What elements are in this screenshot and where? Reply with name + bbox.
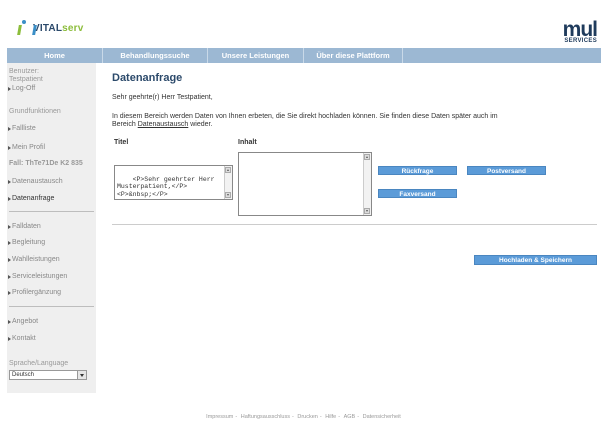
footer-link-help[interactable]: Hilfe [325,414,336,420]
query-button[interactable]: Rückfrage [378,166,457,175]
sidebar-item-case-list[interactable]: Fallliste [7,125,36,132]
scroll-down-icon[interactable] [364,208,370,214]
top-strip [0,0,607,9]
textarea-scrollbar[interactable] [224,166,232,199]
data-exchange-link[interactable]: Datenaustausch [138,121,189,128]
scroll-up-icon[interactable] [225,167,231,173]
mul-services-logo: mul SERVICES [562,18,598,44]
user-label: Benutzer: [9,68,39,75]
content-column-label: Inhalt [238,139,257,146]
sidebar-item-data-request[interactable]: Datenanfrage [7,195,54,202]
sidebar-item-case-data[interactable]: Falldaten [7,223,41,230]
mail-button[interactable]: Postversand [467,166,546,175]
nav-about-platform[interactable]: Über diese Plattform [304,48,403,63]
sidebar-item-my-profile[interactable]: Mein Profil [7,144,45,151]
sidebar-item-support[interactable]: Begleitung [7,239,45,246]
sidebar-item-service-offers[interactable]: Serviceleistungen [7,273,67,280]
logoff-link[interactable]: Log-Off [7,85,35,92]
vitalserv-logo[interactable]: VITALserv [17,20,84,36]
page-title: Datenanfrage [112,72,183,84]
case-id: Fall: ThTe71De K2 835 [9,160,83,167]
footer-link-print[interactable]: Drucken [297,414,317,420]
nav-home[interactable]: Home [7,48,103,63]
sidebar-divider [9,306,94,307]
footer: Impressum - Haftungsausschluss - Drucken - … [206,414,401,420]
main-nav: Home Behandlungssuche Unsere Leistungen … [7,48,601,63]
title-column-label: Titel [114,139,129,146]
language-select[interactable]: Deutsch [9,370,87,380]
basic-functions-heading: Grundfunktionen [9,108,61,115]
nav-treatment-search[interactable]: Behandlungssuche [103,48,208,63]
info-text-line1: In diesem Bereich werden Daten von Ihnen… [112,113,498,120]
sidebar: Benutzer: Testpatient Log-Off Grundfunkt… [7,63,96,393]
footer-link-security[interactable]: Datensicherheit [363,414,401,420]
content-textarea[interactable] [238,152,372,216]
title-textarea[interactable]: <P>Sehr geehrter Herr Musterpatient,</P>… [114,165,233,200]
sidebar-item-offer[interactable]: Angebot [7,318,38,325]
footer-link-imprint[interactable]: Impressum [206,414,233,420]
nav-our-services[interactable]: Unsere Leistungen [208,48,304,63]
header: VITALserv mul SERVICES [7,9,601,48]
footer-link-disclaimer[interactable]: Haftungsausschluss [241,414,290,420]
sidebar-item-optional-services[interactable]: Wahlleistungen [7,256,60,263]
content-divider [112,224,597,225]
scroll-down-icon[interactable] [225,192,231,198]
vitalserv-figure-icon [17,20,31,36]
logo-text: VITALserv [33,22,84,34]
user-name: Testpatient [9,76,43,83]
upload-save-button[interactable]: Hochladen & Speichern [474,255,597,265]
scroll-up-icon[interactable] [364,154,370,160]
sidebar-item-contact[interactable]: Kontakt [7,335,36,342]
chevron-down-icon[interactable] [77,371,86,379]
textarea-scrollbar[interactable] [363,153,371,215]
footer-link-terms[interactable]: AGB [344,414,356,420]
brand-word: mul [562,18,598,41]
fax-button[interactable]: Faxversand [378,189,457,198]
greeting-text: Sehr geehrte(r) Herr Testpatient, [112,94,213,101]
language-value: Deutsch [12,372,35,378]
title-textarea-value: <P>Sehr geehrter Herr Musterpatient,</P>… [117,175,215,198]
language-label: Sprache/Language [9,360,69,367]
sidebar-divider [9,211,94,212]
sidebar-item-profile-supplement[interactable]: Profilergänzung [7,289,61,296]
brand-sub: SERVICES [564,38,597,44]
sidebar-item-data-exchange[interactable]: Datenaustausch [7,178,63,185]
info-text-line2: Bereich Datenaustausch wieder. [112,121,213,128]
